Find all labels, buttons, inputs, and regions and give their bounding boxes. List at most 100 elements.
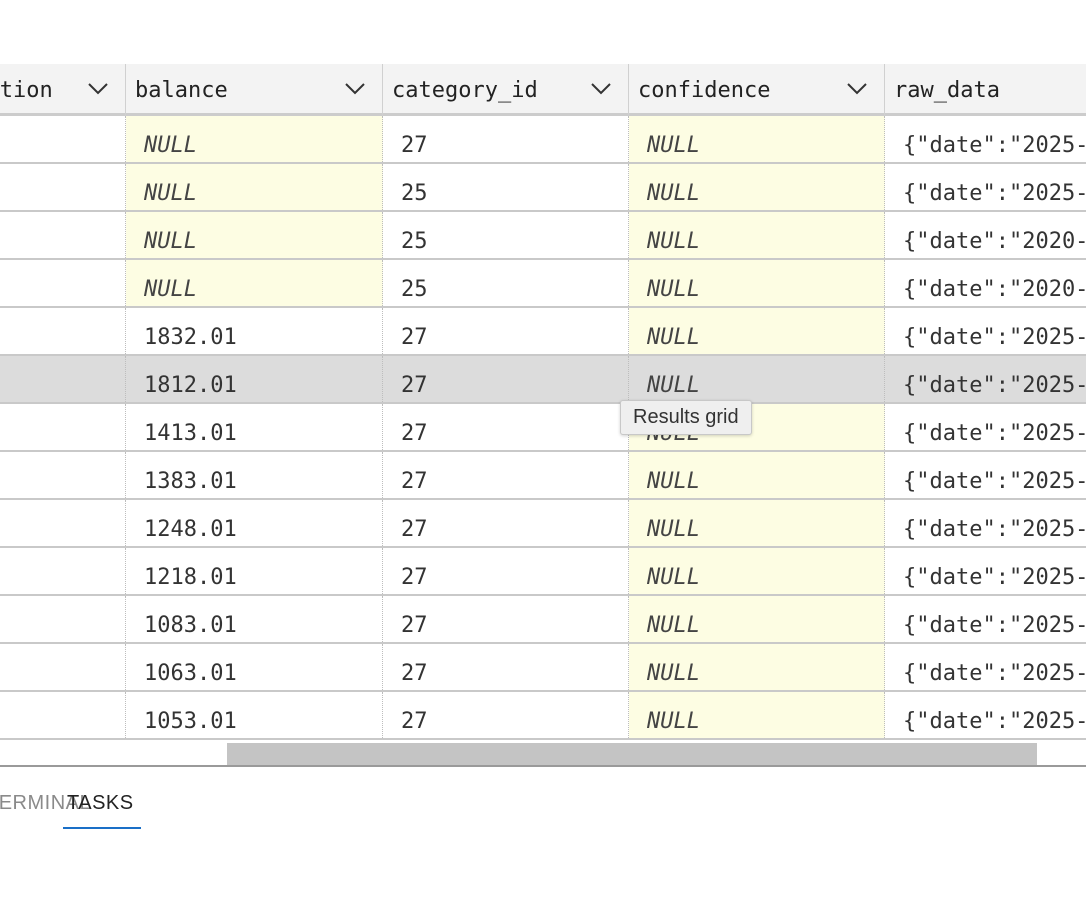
cell-confidence[interactable]: NULL bbox=[629, 596, 885, 642]
chevron-down-icon[interactable] bbox=[87, 81, 109, 97]
cell-description[interactable] bbox=[0, 404, 126, 450]
results-viewport: description balance category_id confiden… bbox=[0, 0, 1086, 908]
cell-description[interactable] bbox=[0, 500, 126, 546]
cell-confidence[interactable]: NULL bbox=[629, 548, 885, 594]
column-header-raw-data[interactable]: raw_data bbox=[885, 64, 1086, 116]
bottom-panel-tabs: TERMINAL TASKS bbox=[0, 768, 1086, 838]
chevron-down-icon[interactable] bbox=[344, 81, 366, 97]
cell-confidence[interactable]: NULL bbox=[629, 356, 885, 402]
cell-balance[interactable]: 1383.01 bbox=[126, 452, 383, 498]
cell-balance[interactable]: NULL bbox=[126, 116, 383, 162]
table-row[interactable]: 1083.01 27 NULL {"date":"2025- bbox=[0, 596, 1086, 644]
cell-raw-data[interactable]: {"date":"2025- bbox=[885, 116, 1086, 162]
cell-balance[interactable]: 1218.01 bbox=[126, 548, 383, 594]
cell-category-id[interactable]: 27 bbox=[383, 500, 629, 546]
cell-description[interactable] bbox=[0, 260, 126, 306]
tooltip: Results grid bbox=[620, 400, 752, 435]
cell-category-id[interactable]: 27 bbox=[383, 356, 629, 402]
cell-description[interactable] bbox=[0, 548, 126, 594]
cell-category-id[interactable]: 27 bbox=[383, 692, 629, 738]
cell-raw-data[interactable]: {"date":"2025- bbox=[885, 308, 1086, 354]
cell-balance[interactable]: NULL bbox=[126, 260, 383, 306]
cell-raw-data[interactable]: {"date":"2020- bbox=[885, 212, 1086, 258]
column-header-balance[interactable]: balance bbox=[126, 64, 383, 116]
cell-description[interactable] bbox=[0, 596, 126, 642]
cell-description[interactable] bbox=[0, 692, 126, 738]
chevron-down-icon[interactable] bbox=[846, 81, 868, 97]
cell-category-id[interactable]: 25 bbox=[383, 212, 629, 258]
column-header-label: category_id bbox=[392, 77, 538, 103]
cell-description[interactable] bbox=[0, 308, 126, 354]
cell-balance[interactable]: 1063.01 bbox=[126, 644, 383, 690]
table-row[interactable]: 1812.01 27 NULL {"date":"2025- bbox=[0, 356, 1086, 404]
cell-confidence[interactable]: NULL bbox=[629, 452, 885, 498]
cell-description[interactable] bbox=[0, 644, 126, 690]
cell-balance[interactable]: 1053.01 bbox=[126, 692, 383, 738]
cell-confidence[interactable]: NULL bbox=[629, 116, 885, 162]
cell-raw-data[interactable]: {"date":"2025- bbox=[885, 596, 1086, 642]
cell-raw-data[interactable]: {"date":"2020- bbox=[885, 260, 1086, 306]
horizontal-scrollbar[interactable] bbox=[0, 743, 1086, 767]
column-header-label: confidence bbox=[638, 77, 771, 103]
table-row[interactable]: 1383.01 27 NULL {"date":"2025- bbox=[0, 452, 1086, 500]
cell-confidence[interactable]: NULL bbox=[629, 500, 885, 546]
cell-balance[interactable]: 1812.01 bbox=[126, 356, 383, 402]
table-row[interactable]: 1053.01 27 NULL {"date":"2025- bbox=[0, 692, 1086, 740]
table-row[interactable]: NULL 27 NULL {"date":"2025- bbox=[0, 116, 1086, 164]
cell-category-id[interactable]: 27 bbox=[383, 308, 629, 354]
table-row[interactable]: 1063.01 27 NULL {"date":"2025- bbox=[0, 644, 1086, 692]
cell-confidence[interactable]: NULL bbox=[629, 212, 885, 258]
cell-raw-data[interactable]: {"date":"2025- bbox=[885, 644, 1086, 690]
cell-balance[interactable]: 1832.01 bbox=[126, 308, 383, 354]
cell-description[interactable] bbox=[0, 116, 126, 162]
cell-confidence[interactable]: NULL bbox=[629, 308, 885, 354]
cell-raw-data[interactable]: {"date":"2025- bbox=[885, 500, 1086, 546]
cell-description[interactable] bbox=[0, 164, 126, 210]
cell-confidence[interactable]: NULL bbox=[629, 692, 885, 738]
cell-category-id[interactable]: 27 bbox=[383, 452, 629, 498]
cell-confidence[interactable]: NULL bbox=[629, 164, 885, 210]
cell-category-id[interactable]: 27 bbox=[383, 596, 629, 642]
cell-balance[interactable]: 1083.01 bbox=[126, 596, 383, 642]
cell-confidence[interactable]: NULL bbox=[629, 644, 885, 690]
cell-balance[interactable]: 1248.01 bbox=[126, 500, 383, 546]
cell-raw-data[interactable]: {"date":"2025- bbox=[885, 548, 1086, 594]
cell-category-id[interactable]: 27 bbox=[383, 116, 629, 162]
cell-category-id[interactable]: 25 bbox=[383, 260, 629, 306]
table-row[interactable]: 1832.01 27 NULL {"date":"2025- bbox=[0, 308, 1086, 356]
table-row[interactable]: NULL 25 NULL {"date":"2020- bbox=[0, 212, 1086, 260]
tab-tasks[interactable]: TASKS bbox=[67, 792, 134, 815]
cell-raw-data[interactable]: {"date":"2025- bbox=[885, 356, 1086, 402]
cell-description[interactable] bbox=[0, 212, 126, 258]
cell-raw-data[interactable]: {"date":"2025- bbox=[885, 164, 1086, 210]
cell-balance[interactable]: NULL bbox=[126, 212, 383, 258]
table-row[interactable]: NULL 25 NULL {"date":"2020- bbox=[0, 260, 1086, 308]
cell-balance[interactable]: NULL bbox=[126, 164, 383, 210]
table-row[interactable]: NULL 25 NULL {"date":"2025- bbox=[0, 164, 1086, 212]
cell-category-id[interactable]: 27 bbox=[383, 644, 629, 690]
column-header-category-id[interactable]: category_id bbox=[383, 64, 629, 116]
cell-raw-data[interactable]: {"date":"2025- bbox=[885, 404, 1086, 450]
column-header-label: description bbox=[0, 77, 53, 103]
cell-raw-data[interactable]: {"date":"2025- bbox=[885, 452, 1086, 498]
cell-balance[interactable]: 1413.01 bbox=[126, 404, 383, 450]
results-grid[interactable]: description balance category_id confiden… bbox=[0, 64, 1086, 740]
chevron-down-icon[interactable] bbox=[590, 81, 612, 97]
cell-confidence[interactable]: NULL bbox=[629, 260, 885, 306]
cell-category-id[interactable]: 27 bbox=[383, 548, 629, 594]
cell-raw-data[interactable]: {"date":"2025- bbox=[885, 692, 1086, 738]
column-header-label: raw_data bbox=[894, 77, 1000, 103]
cell-description[interactable] bbox=[0, 452, 126, 498]
grid-body: NULL 27 NULL {"date":"2025- NULL 25 NULL {"date… bbox=[0, 116, 1086, 740]
column-header-confidence[interactable]: confidence bbox=[629, 64, 885, 116]
column-header-description[interactable]: description bbox=[0, 64, 126, 116]
cell-category-id[interactable]: 25 bbox=[383, 164, 629, 210]
table-row[interactable]: 1218.01 27 NULL {"date":"2025- bbox=[0, 548, 1086, 596]
cell-category-id[interactable]: 27 bbox=[383, 404, 629, 450]
cell-description[interactable] bbox=[0, 356, 126, 402]
table-row[interactable]: 1248.01 27 NULL {"date":"2025- bbox=[0, 500, 1086, 548]
grid-header: description balance category_id confiden… bbox=[0, 64, 1086, 116]
active-tab-indicator bbox=[63, 827, 141, 829]
table-row[interactable]: 1413.0127NULL{"date":"2025- bbox=[0, 404, 1086, 452]
scrollbar-thumb[interactable] bbox=[227, 743, 1037, 765]
